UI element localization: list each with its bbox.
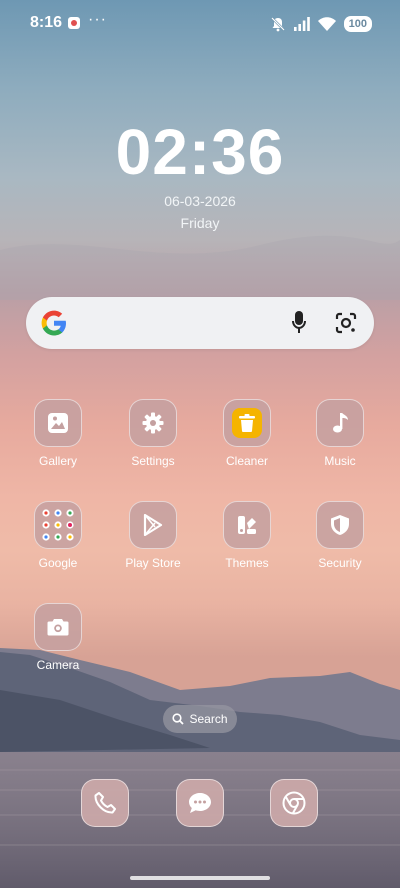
app-label: Google [38,556,78,570]
screen-record-icon [68,17,80,29]
app-label: Security [318,556,362,570]
music-note-icon [316,399,364,447]
mute-icon [270,17,285,32]
clock-widget-day: Friday [180,215,220,231]
camera-icon [34,603,82,651]
clock-widget-date: 06-03-2026 [164,193,236,209]
google-lens-icon[interactable] [334,311,358,335]
google-search-bar[interactable] [26,297,374,349]
folder-icon [34,501,82,549]
app-camera[interactable]: Camera [12,603,104,672]
app-search-button[interactable]: Search [163,705,237,733]
app-cleaner[interactable]: Cleaner [201,399,293,468]
gear-icon [129,399,177,447]
gesture-nav-handle[interactable] [130,876,270,880]
status-time: 8:16 [30,14,63,31]
app-music[interactable]: Music [294,399,386,468]
app-label: Play Store [125,556,181,570]
dock-phone[interactable] [81,779,129,827]
app-label: Music [324,454,356,468]
chrome-icon [282,791,306,815]
app-search-label: Search [189,712,228,726]
dock-messages[interactable] [176,779,224,827]
app-themes[interactable]: Themes [201,501,293,570]
more-notifications-icon: ··· [88,11,107,28]
dock-chrome[interactable] [270,779,318,827]
app-security[interactable]: Security [294,501,386,570]
search-icon [172,713,185,725]
message-icon [189,793,211,813]
app-label: Cleaner [225,454,269,468]
app-label: Settings [131,454,175,468]
app-settings[interactable]: Settings [107,399,199,468]
themes-icon [223,501,271,549]
app-label: Camera [36,658,80,672]
clock-widget-time[interactable]: 02:36 [0,115,400,189]
play-store-icon [129,501,177,549]
shield-icon [316,501,364,549]
phone-icon [94,792,116,814]
microphone-icon[interactable] [292,311,306,335]
app-label: Gallery [38,454,77,468]
app-play-store[interactable]: Play Store [107,501,199,570]
wifi-icon [317,17,336,31]
status-bar: 8:16 ··· 100 [0,0,400,48]
gallery-icon [34,399,82,447]
google-logo-icon [41,310,66,336]
signal-icon [293,17,310,31]
app-gallery[interactable]: Gallery [12,399,104,468]
battery-indicator: 100 [343,16,372,32]
trash-icon [223,399,271,447]
app-folder-google[interactable]: Google [12,501,104,570]
app-label: Themes [225,556,269,570]
